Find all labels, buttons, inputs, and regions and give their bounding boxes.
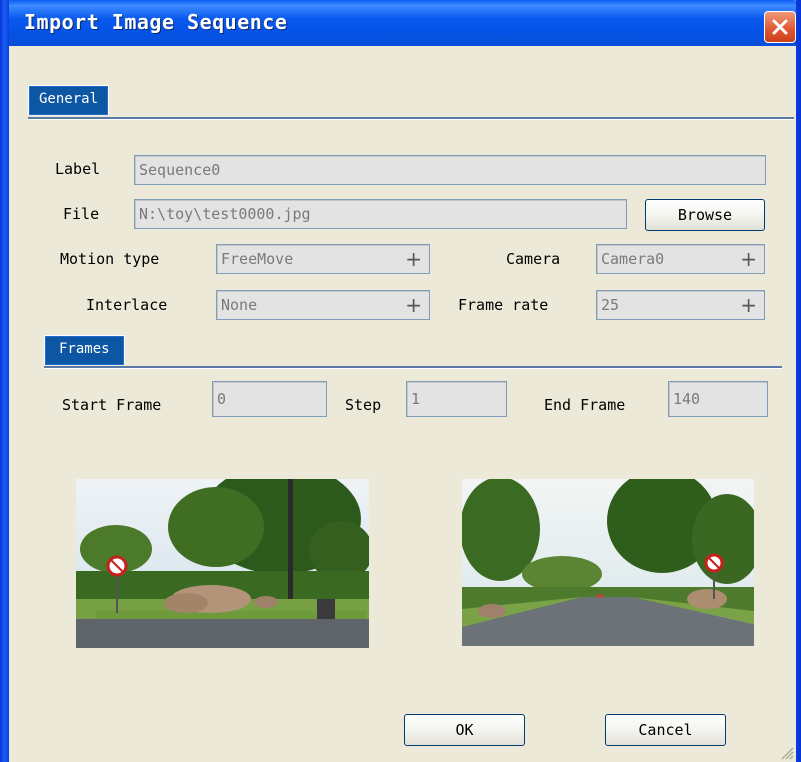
label-caption: Label bbox=[55, 160, 101, 178]
import-image-sequence-dialog: Import Image Sequence General Label Sequ… bbox=[0, 0, 801, 762]
ok-button[interactable]: OK bbox=[404, 714, 525, 746]
step-caption: Step bbox=[345, 396, 382, 414]
file-input[interactable]: N:\toy\test0000.jpg bbox=[134, 199, 627, 229]
plus-icon: + bbox=[740, 293, 757, 317]
tab-divider-general bbox=[28, 117, 794, 120]
interlace-value: None bbox=[221, 296, 258, 314]
close-icon bbox=[772, 19, 788, 35]
camera-caption: Camera bbox=[506, 250, 561, 268]
interlace-select[interactable]: None + bbox=[216, 290, 430, 320]
start-frame-caption: Start Frame bbox=[62, 396, 162, 414]
start-frame-input[interactable]: 0 bbox=[212, 381, 327, 417]
camera-select[interactable]: Camera0 + bbox=[596, 244, 765, 274]
step-input[interactable]: 1 bbox=[406, 381, 507, 417]
end-frame-input[interactable]: 140 bbox=[668, 381, 768, 417]
window-frame-right bbox=[796, 0, 801, 762]
tab-frames[interactable]: Frames bbox=[44, 335, 125, 365]
frame-rate-select[interactable]: 25 + bbox=[596, 290, 765, 320]
plus-icon: + bbox=[405, 293, 422, 317]
file-caption: File bbox=[63, 205, 100, 223]
window-title: Import Image Sequence bbox=[24, 10, 288, 34]
end-frame-preview bbox=[462, 479, 754, 646]
window-frame-left bbox=[0, 0, 9, 762]
label-input[interactable]: Sequence0 bbox=[134, 155, 766, 185]
close-button[interactable] bbox=[764, 11, 796, 43]
camera-value: Camera0 bbox=[601, 250, 665, 268]
dialog-body: General Label Sequence0 File N:\toy\test… bbox=[9, 46, 796, 762]
motion-type-select[interactable]: FreeMove + bbox=[216, 244, 430, 274]
plus-icon: + bbox=[740, 247, 757, 271]
tab-divider-frames bbox=[44, 366, 782, 369]
frame-rate-caption: Frame rate bbox=[458, 296, 549, 314]
start-frame-preview bbox=[76, 479, 369, 648]
interlace-caption: Interlace bbox=[86, 296, 168, 314]
browse-button[interactable]: Browse bbox=[645, 199, 765, 231]
motion-type-value: FreeMove bbox=[221, 250, 294, 268]
resize-grip-icon[interactable] bbox=[780, 746, 794, 760]
tab-general[interactable]: General bbox=[28, 85, 110, 115]
title-bar[interactable]: Import Image Sequence bbox=[0, 0, 801, 46]
end-frame-caption: End Frame bbox=[544, 396, 626, 414]
frame-rate-value: 25 bbox=[601, 296, 620, 314]
cancel-button[interactable]: Cancel bbox=[605, 714, 726, 746]
motion-type-caption: Motion type bbox=[60, 250, 160, 268]
plus-icon: + bbox=[405, 247, 422, 271]
